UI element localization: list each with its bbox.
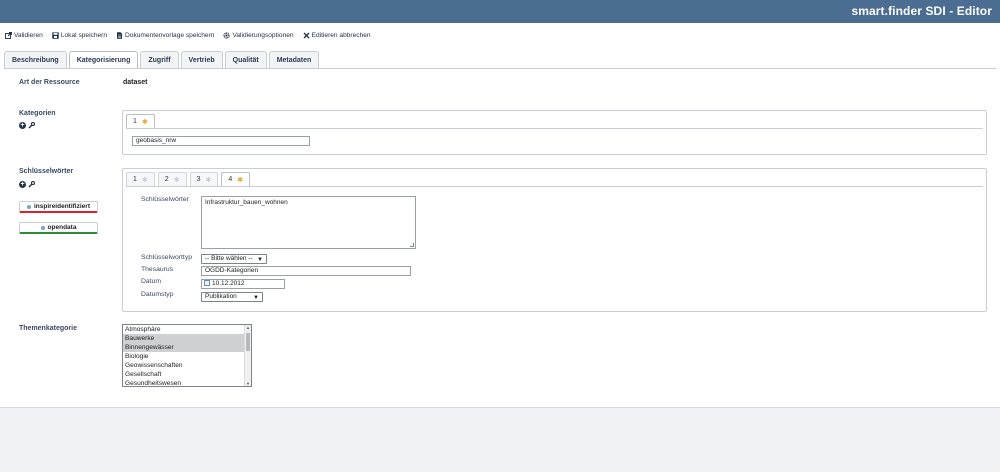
tab-vertrieb[interactable]: Vertrieb — [180, 51, 223, 68]
chevron-down-icon: ▼ — [257, 257, 263, 263]
topic-option[interactable]: Binnengewässer — [123, 343, 251, 352]
keyword-type-value: -- Bitte wählen -- — [205, 255, 253, 262]
star-icon: ✱ — [141, 118, 148, 126]
keywords-textarea[interactable]: Infrastruktur_bauen_wohnen — [201, 196, 416, 249]
category-input[interactable]: geobasis_nrw — [132, 136, 310, 146]
keywords-field-label: Schlüsselwörter — [141, 196, 189, 203]
thesaurus-label: Thesaurus — [141, 266, 174, 273]
save-template-button[interactable]: Dokumentenvorlage speichern — [116, 32, 214, 39]
categories-subtabs: 1 ✱ — [126, 114, 158, 128]
save-icon — [52, 31, 59, 39]
save-local-label: Lokal speichern — [60, 31, 108, 39]
keywords-actions: + — [19, 180, 36, 188]
star-icon: ✱ — [237, 176, 244, 184]
keywords-label: Schlüsselwörter — [19, 168, 74, 175]
star-icon: ✱ — [173, 176, 180, 184]
validation-options-button[interactable]: Validierungsoptionen — [223, 31, 294, 39]
category-tab-1[interactable]: 1 ✱ — [126, 114, 155, 128]
inspire-keyword-label: inspireidentifiziert — [34, 203, 90, 210]
categories-actions: + — [19, 121, 36, 129]
tab-beschreibung[interactable]: Beschreibung — [4, 51, 67, 68]
scroll-up-icon[interactable]: ▲ — [246, 325, 250, 330]
topic-option[interactable]: Geowissenschaften — [123, 361, 251, 370]
topic-category-label: Themenkategorie — [19, 325, 77, 332]
keyword-tab-2[interactable]: 2 ✱ — [157, 172, 187, 186]
topic-option[interactable]: Bauwerke — [123, 334, 251, 343]
categories-panel: 1 ✱ geobasis_nrw — [122, 110, 987, 155]
main-tabs: Beschreibung Kategorisierung Zugriff Ver… — [4, 51, 321, 69]
bullet-icon — [27, 204, 31, 209]
star-icon: ✱ — [141, 176, 148, 184]
save-template-label: Dokumentenvorlage speichern — [125, 31, 215, 39]
gears-icon — [223, 31, 231, 39]
keywords-subtabs: 1 ✱ 2 ✱ 3 ✱ 4 ✱ — [126, 172, 253, 186]
app-title: smart.finder SDI - Editor — [851, 4, 992, 18]
cancel-edit-label: Editieren abbrechen — [311, 31, 371, 39]
keywords-textarea-value: Infrastruktur_bauen_wohnen — [205, 199, 288, 206]
topic-category-listbox[interactable]: Atmosphäre Bauwerke Binnengewässer Biolo… — [122, 324, 252, 387]
categories-subtab-divider — [126, 128, 983, 129]
tab-metadaten[interactable]: Metadaten — [268, 51, 320, 68]
keyword-tab-1[interactable]: 1 ✱ — [126, 172, 155, 186]
add-keyword-icon[interactable]: + — [19, 181, 26, 188]
validate-button[interactable]: Validieren — [5, 32, 43, 39]
topic-option[interactable]: Gesellschaft — [123, 370, 251, 379]
date-value: 10.12.2012 — [212, 280, 245, 287]
tab-qualitaet[interactable]: Qualität — [224, 51, 267, 68]
keyword-type-select[interactable]: -- Bitte wählen -- ▼ — [201, 254, 267, 264]
topic-option[interactable]: Biologie — [123, 352, 251, 361]
tab-zugriff[interactable]: Zugriff — [140, 51, 179, 68]
star-icon: ✱ — [205, 176, 212, 184]
keywords-subtab-divider — [126, 186, 983, 187]
opendata-keyword-button[interactable]: opendata — [19, 222, 98, 234]
categories-label: Kategorien — [19, 110, 56, 117]
resize-grip-icon[interactable] — [410, 243, 414, 247]
validation-options-label: Validierungsoptionen — [232, 31, 294, 39]
keywords-panel: 1 ✱ 2 ✱ 3 ✱ 4 ✱ Schlüsselwörter Infrastr… — [122, 168, 987, 312]
category-tab-1-label: 1 — [133, 118, 137, 125]
tab-divider — [4, 68, 996, 69]
chevron-down-icon: ▼ — [253, 295, 259, 301]
keyword-tab-1-label: 1 — [133, 176, 137, 183]
keyword-tab-4[interactable]: 4 ✱ — [221, 172, 251, 186]
toolbar: Validieren Lokal speichern Dokumentenvor… — [5, 30, 380, 40]
date-label: Datum — [141, 278, 162, 285]
date-type-label: Datumstyp — [141, 291, 174, 298]
calendar-icon[interactable] — [204, 280, 210, 286]
validate-label: Validieren — [14, 31, 43, 39]
topic-option[interactable]: Gesundheitswesen — [123, 379, 251, 386]
topic-option[interactable]: Atmosphäre — [123, 325, 251, 334]
keyword-tab-4-label: 4 — [228, 176, 233, 183]
scrollbar-thumb[interactable] — [246, 333, 250, 351]
bullet-icon — [40, 225, 45, 230]
keyword-tab-3-label: 3 — [196, 176, 201, 183]
listbox-scrollbar[interactable]: ▲ ▼ — [244, 325, 251, 386]
resource-type-label: Art der Ressource — [19, 79, 80, 86]
scroll-down-icon[interactable]: ▼ — [246, 381, 250, 386]
opendata-keyword-label: opendata — [47, 224, 77, 231]
keyword-type-label: Schlüsselworttyp — [141, 254, 192, 261]
app-header: smart.finder SDI - Editor — [0, 0, 1000, 23]
external-link-icon — [5, 31, 12, 39]
inspire-keyword-button[interactable]: inspireidentifiziert — [19, 201, 98, 213]
close-icon — [303, 32, 310, 39]
cancel-edit-button[interactable]: Editieren abbrechen — [303, 32, 371, 39]
keyword-tab-2-label: 2 — [164, 176, 169, 183]
keyword-tab-3[interactable]: 3 ✱ — [189, 172, 219, 186]
document-icon — [116, 31, 123, 39]
resource-type-value: dataset — [123, 79, 148, 86]
wrench-icon[interactable] — [28, 180, 36, 188]
add-category-icon[interactable]: + — [19, 122, 26, 129]
tab-kategorisierung[interactable]: Kategorisierung — [68, 51, 139, 69]
date-type-select[interactable]: Publikation ▼ — [201, 292, 263, 302]
date-input[interactable]: 10.12.2012 — [201, 279, 285, 289]
date-type-value: Publikation — [205, 293, 237, 300]
save-local-button[interactable]: Lokal speichern — [52, 32, 107, 39]
thesaurus-input[interactable]: OGDD-Kategorien — [201, 266, 411, 276]
wrench-icon[interactable] — [28, 121, 36, 129]
